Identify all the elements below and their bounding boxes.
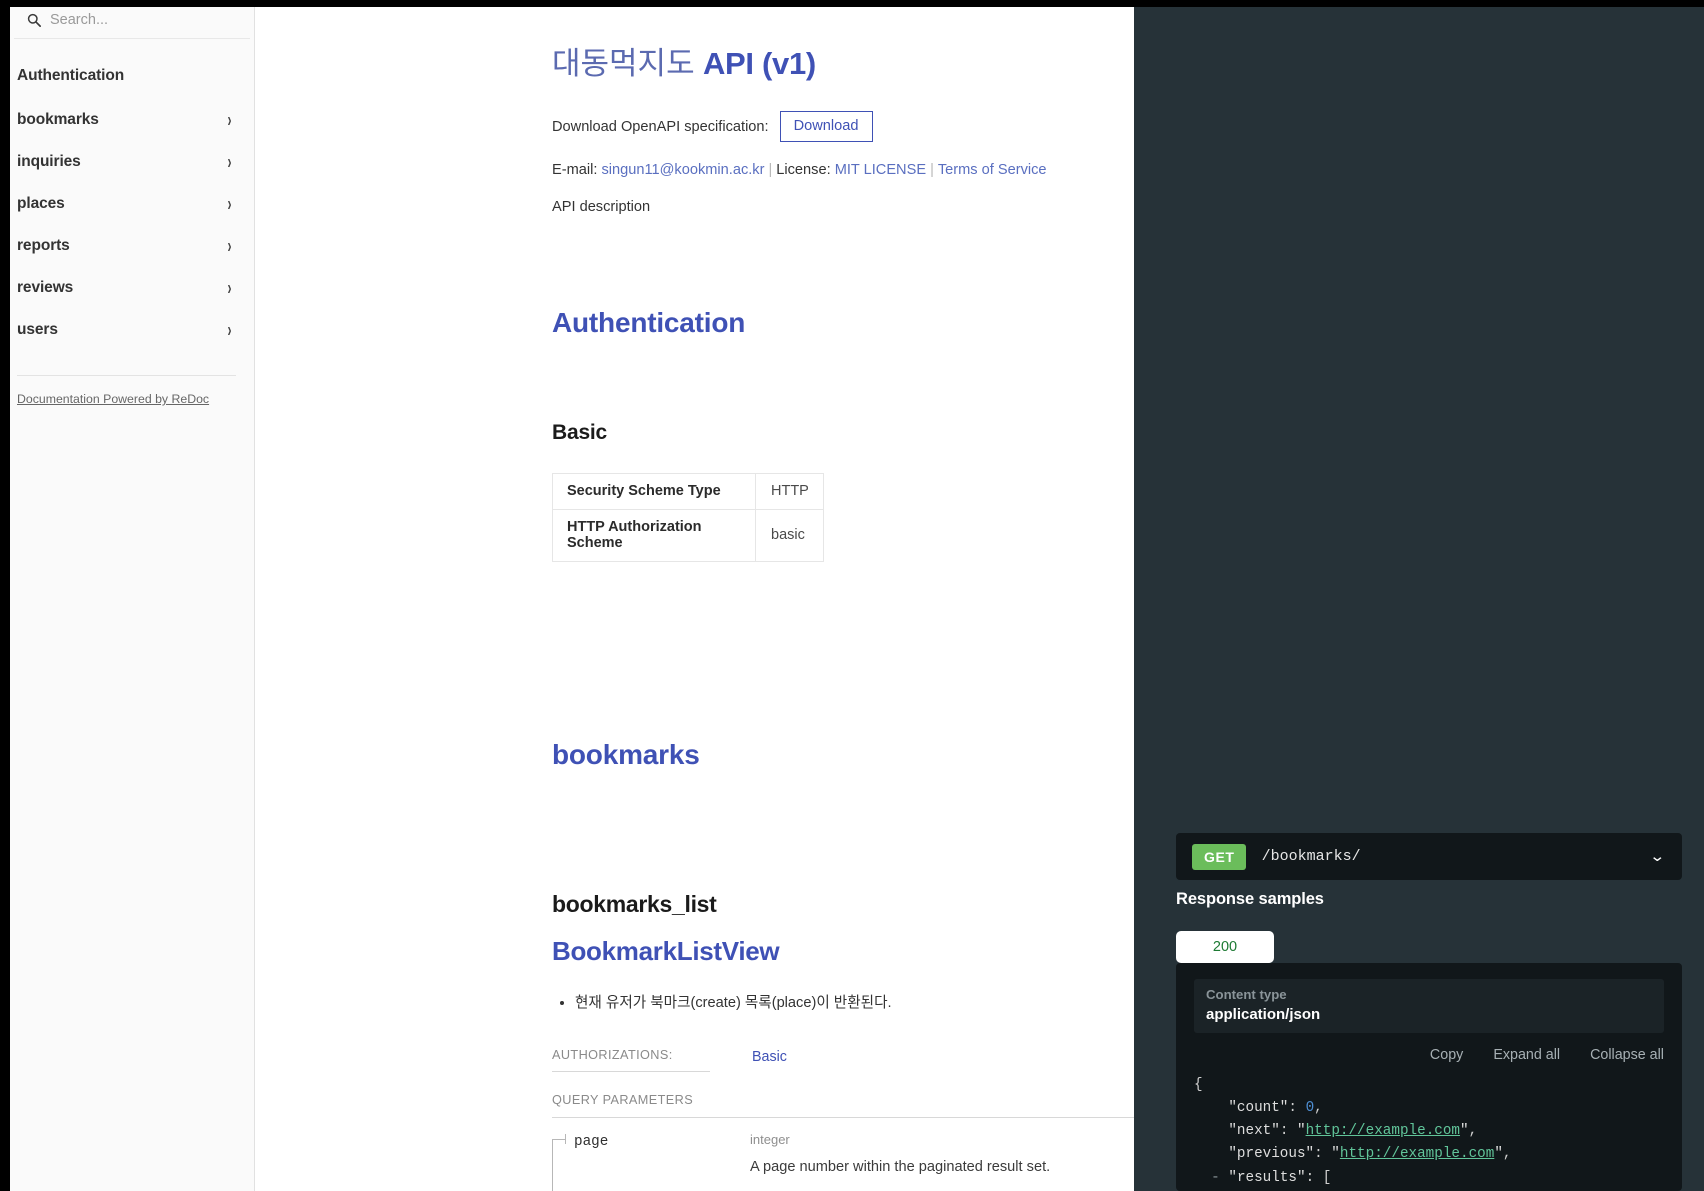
chevron-right-icon: › (227, 276, 232, 300)
sidebar-nav: Authentication bookmarks › inquiries › p… (10, 39, 254, 408)
sidebar-item-reviews[interactable]: reviews › (10, 267, 254, 309)
sidebar: Authentication bookmarks › inquiries › p… (0, 0, 255, 1191)
redoc-powered-by-link[interactable]: Documentation Powered by ReDoc (17, 392, 209, 406)
meta-separator: | (768, 162, 773, 179)
meta-separator: | (930, 162, 934, 179)
endpoint-bar[interactable]: GET /bookmarks/ ⌄ (1176, 833, 1682, 880)
sidebar-item-label: places (17, 195, 65, 212)
sidebar-item-reports[interactable]: reports › (10, 225, 254, 267)
email-link[interactable]: singun11@kookmin.ac.kr (601, 162, 764, 178)
scheme-type-key: Security Scheme Type (552, 473, 756, 511)
license-label: License: (776, 162, 831, 179)
chevron-right-icon: › (227, 234, 232, 258)
content-type-box[interactable]: Content type application/json (1194, 979, 1664, 1033)
chevron-down-icon[interactable]: ⌄ (1650, 849, 1666, 864)
email-label: E-mail: (552, 162, 598, 179)
parameter-name: page (574, 1133, 609, 1150)
window-top-edge (0, 0, 1704, 7)
table-row: HTTP Authorization Scheme basic (552, 509, 824, 563)
download-button[interactable]: Download (779, 111, 873, 143)
chevron-right-icon: › (227, 108, 232, 132)
response-samples-title: Response samples (1176, 890, 1324, 908)
tree-bracket-icon (552, 1132, 566, 1191)
json-key-previous: "previous" (1228, 1146, 1315, 1163)
expand-all-button[interactable]: Expand all (1493, 1047, 1560, 1063)
json-results-open-bracket: [ (1322, 1169, 1332, 1186)
sidebar-footer: Documentation Powered by ReDoc (17, 375, 236, 408)
authorizations-label: AUTHORIZATIONS: (552, 1048, 710, 1072)
json-value-next[interactable]: http://example.com (1306, 1123, 1460, 1139)
sidebar-item-inquiries[interactable]: inquiries › (10, 141, 254, 183)
copy-button[interactable]: Copy (1430, 1047, 1463, 1063)
json-value-count: 0 (1305, 1100, 1315, 1117)
code-actions: Copy Expand all Collapse all (1194, 1047, 1664, 1063)
redoc-page: Authentication bookmarks › inquiries › p… (0, 0, 1704, 1191)
authorizations-value[interactable]: Basic (752, 1049, 787, 1065)
table-row: Security Scheme Type HTTP (552, 473, 824, 511)
download-spec-label: Download OpenAPI specification: (552, 118, 769, 135)
license-link[interactable]: MIT LICENSE (835, 162, 926, 178)
window-left-edge (0, 0, 10, 1191)
sidebar-item-places[interactable]: places › (10, 183, 254, 225)
content-type-value: application/json (1206, 1006, 1321, 1023)
sidebar-item-authentication[interactable]: Authentication (10, 57, 254, 99)
chevron-right-icon: › (227, 318, 232, 342)
sidebar-item-bookmarks[interactable]: bookmarks › (10, 99, 254, 141)
json-key-results: "results" (1228, 1169, 1306, 1186)
page-title-korean: 대동먹지도 (552, 46, 695, 81)
sidebar-item-label: users (17, 321, 58, 338)
collapse-all-button[interactable]: Collapse all (1590, 1047, 1664, 1063)
json-collapse-toggle[interactable]: - (1211, 1170, 1220, 1186)
http-method-badge: GET (1192, 843, 1246, 870)
chevron-right-icon: › (227, 150, 232, 174)
scheme-auth-key: HTTP Authorization Scheme (552, 509, 756, 563)
parameter-name-cell: page (552, 1132, 750, 1191)
json-sample-code: { "count": 0, "next": "http://example.co… (1194, 1077, 1512, 1186)
status-tab-200[interactable]: 200 (1176, 931, 1274, 963)
sidebar-item-label: inquiries (17, 153, 81, 170)
content-type-label: Content type (1206, 987, 1287, 1002)
main-content: 대동먹지도 API (v1) Download OpenAPI specific… (255, 0, 1347, 1191)
search-input[interactable] (50, 12, 230, 28)
sidebar-item-label: bookmarks (17, 111, 99, 128)
right-sample-panel: GET /bookmarks/ ⌄ Response samples 200 C… (1134, 0, 1704, 1191)
sidebar-item-users[interactable]: users › (10, 309, 254, 351)
chevron-right-icon: › (227, 192, 232, 216)
json-key-next: "next" (1228, 1123, 1280, 1140)
sidebar-item-label: reviews (17, 279, 74, 296)
scheme-type-value: HTTP (755, 473, 824, 511)
endpoint-path: /bookmarks/ (1261, 848, 1361, 865)
search-icon (27, 13, 41, 27)
page-title-version: API (v1) (702, 46, 816, 81)
response-sample-box: Content type application/json Copy Expan… (1176, 963, 1682, 1191)
json-value-previous[interactable]: http://example.com (1340, 1146, 1494, 1162)
security-scheme-table: Security Scheme Type HTTP HTTP Authoriza… (552, 473, 824, 563)
sidebar-item-label: reports (17, 237, 70, 254)
terms-of-service-link[interactable]: Terms of Service (938, 162, 1047, 178)
scheme-auth-value: basic (755, 509, 824, 563)
sidebar-item-label: Authentication (17, 67, 125, 84)
json-key-count: "count" (1228, 1100, 1289, 1117)
